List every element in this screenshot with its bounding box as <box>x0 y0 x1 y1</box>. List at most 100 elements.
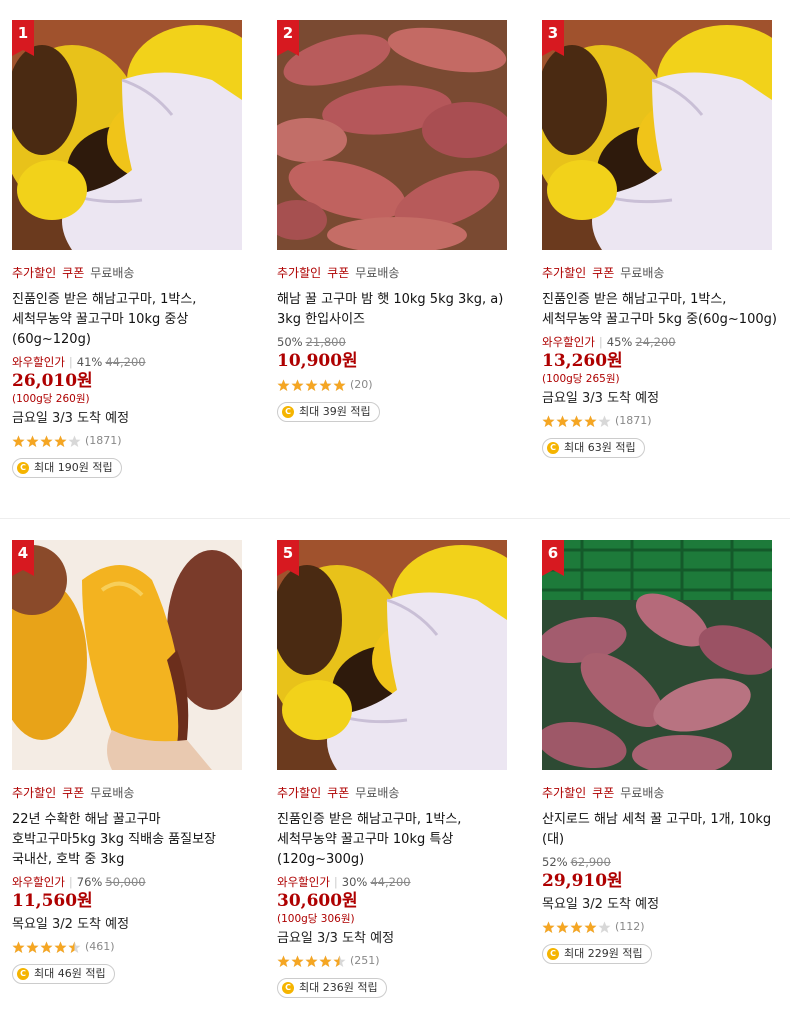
discount-row: 와우할인가 | 76% 50,000 <box>12 874 248 890</box>
original-price: 21,800 <box>305 335 346 349</box>
product-name[interactable]: 해남 꿀 고구마 밤 햇 10kg 5kg 3kg, a) 3kg 한입사이즈 <box>277 290 513 330</box>
product-name[interactable]: 22년 수확한 해남 꿀고구마 호박고구마5kg 3kg 직배송 품질보장 국내… <box>12 810 248 870</box>
star-icon <box>291 379 304 391</box>
original-price: 24,200 <box>635 335 676 349</box>
arrival-date: 목요일 3/2 도착 예정 <box>12 917 130 932</box>
star-icon <box>333 379 346 391</box>
discount-rate: 52% <box>542 855 568 869</box>
arrival-date: 금요일 3/3 도착 예정 <box>277 931 395 946</box>
product-image[interactable]: 3 <box>542 20 772 250</box>
reward-chip[interactable]: C 최대 236원 적립 <box>277 978 387 998</box>
product-image[interactable]: 5 <box>277 540 507 770</box>
free-shipping-badge: 무료배송 <box>620 786 665 800</box>
product-name[interactable]: 산지로드 해남 세척 꿀 고구마, 1개, 10kg (대) <box>542 810 778 850</box>
original-price: 50,000 <box>105 875 146 889</box>
reward-chip[interactable]: C 최대 63원 적립 <box>542 438 645 458</box>
star-rating <box>277 955 347 968</box>
star-icon <box>12 435 25 447</box>
star-icon <box>570 415 583 427</box>
coupon-badge: 쿠폰 <box>592 786 615 800</box>
coupon-badge: 쿠폰 <box>327 786 350 800</box>
extra-discount-badge: 추가할인 <box>542 786 587 800</box>
rating-row: (461) <box>12 938 248 956</box>
discount-rate: 41% <box>76 355 103 369</box>
star-icon <box>556 921 569 933</box>
arrival-date: 금요일 3/3 도착 예정 <box>542 391 660 406</box>
unit-price: (100g당 306원) <box>277 913 355 925</box>
badge-row: 추가할인 쿠폰 무료배송 <box>277 264 513 282</box>
star-icon <box>542 921 555 933</box>
reward-text: 최대 190원 적립 <box>34 461 113 474</box>
rating-row: (20) <box>277 376 513 394</box>
raw-sweet-potato-pile-photo <box>277 20 507 250</box>
star-icon <box>319 379 332 391</box>
rating-row: (251) <box>277 952 513 970</box>
extra-discount-badge: 추가할인 <box>277 266 322 280</box>
discount-rate: 30% <box>341 875 368 889</box>
product-image[interactable]: 6 <box>542 540 772 770</box>
product-image[interactable]: 1 <box>12 20 242 250</box>
star-icon <box>277 955 290 967</box>
wow-price-label: 와우할인가 <box>12 875 65 889</box>
reward-chip[interactable]: C 최대 190원 적립 <box>12 458 122 478</box>
extra-discount-badge: 추가할인 <box>542 266 587 280</box>
coin-icon: C <box>282 982 294 994</box>
divider <box>0 518 790 519</box>
coupon-badge: 쿠폰 <box>327 266 350 280</box>
separator: | <box>68 355 73 369</box>
product-name[interactable]: 진품인증 받은 해남고구마, 1박스, 세척무농약 꿀고구마 5kg 중(60g… <box>542 290 778 330</box>
rank-badge: 2 <box>277 20 299 56</box>
discount-row: 50% 21,800 <box>277 334 513 350</box>
coin-icon: C <box>547 948 559 960</box>
reward-chip[interactable]: C 최대 39원 적립 <box>277 402 380 422</box>
wow-price-label: 와우할인가 <box>542 335 595 349</box>
product-image[interactable]: 4 <box>12 540 242 770</box>
separator: | <box>598 335 603 349</box>
star-icon <box>333 955 346 967</box>
arrival-date: 금요일 3/3 도착 예정 <box>12 411 130 426</box>
star-rating <box>12 941 82 954</box>
sale-price: 13,260원 <box>542 351 623 371</box>
sweet-potatoes-green-crate-photo <box>542 540 772 770</box>
badge-row: 추가할인 쿠폰 무료배송 <box>12 784 248 802</box>
product-name[interactable]: 진품인증 받은 해남고구마, 1박스, 세척무농약 꿀고구마 10kg 특상(1… <box>277 810 513 870</box>
star-icon <box>542 415 555 427</box>
sale-price: 26,010원 <box>12 371 93 391</box>
sale-price: 11,560원 <box>12 891 93 911</box>
star-icon <box>68 435 81 447</box>
discount-row: 와우할인가 | 41% 44,200 <box>12 354 248 370</box>
badge-row: 추가할인 쿠폰 무료배송 <box>277 784 513 802</box>
review-count: (1871) <box>85 434 122 447</box>
extra-discount-badge: 추가할인 <box>12 266 57 280</box>
product-name[interactable]: 진품인증 받은 해남고구마, 1박스, 세척무농약 꿀고구마 10kg 중상(6… <box>12 290 248 350</box>
reward-chip[interactable]: C 최대 229원 적립 <box>542 944 652 964</box>
separator: | <box>68 875 73 889</box>
rank-badge: 5 <box>277 540 299 576</box>
star-icon <box>54 435 67 447</box>
review-count: (112) <box>615 920 645 933</box>
review-count: (20) <box>350 378 373 391</box>
star-rating <box>542 415 612 428</box>
star-icon <box>305 955 318 967</box>
original-price: 44,200 <box>105 355 146 369</box>
reward-text: 최대 39원 적립 <box>299 405 371 418</box>
extra-discount-badge: 추가할인 <box>277 786 322 800</box>
reward-text: 최대 229원 적립 <box>564 947 643 960</box>
product-image[interactable]: 2 <box>277 20 507 250</box>
rank-badge: 1 <box>12 20 34 56</box>
rank-badge: 3 <box>542 20 564 56</box>
reward-chip[interactable]: C 최대 46원 적립 <box>12 964 115 984</box>
free-shipping-badge: 무료배송 <box>90 266 135 280</box>
star-icon <box>556 415 569 427</box>
pumpkin-sweet-potato-halved-photo <box>12 540 242 770</box>
star-icon <box>40 941 53 953</box>
sale-price: 30,600원 <box>277 891 358 911</box>
reward-text: 최대 46원 적립 <box>34 967 106 980</box>
sale-price: 10,900원 <box>277 351 358 371</box>
baked-sweet-potato-glove-photo <box>12 20 242 250</box>
star-icon <box>584 921 597 933</box>
coin-icon: C <box>17 968 29 980</box>
rating-row: (1871) <box>12 432 248 450</box>
coupon-badge: 쿠폰 <box>592 266 615 280</box>
reward-text: 최대 236원 적립 <box>299 981 378 994</box>
